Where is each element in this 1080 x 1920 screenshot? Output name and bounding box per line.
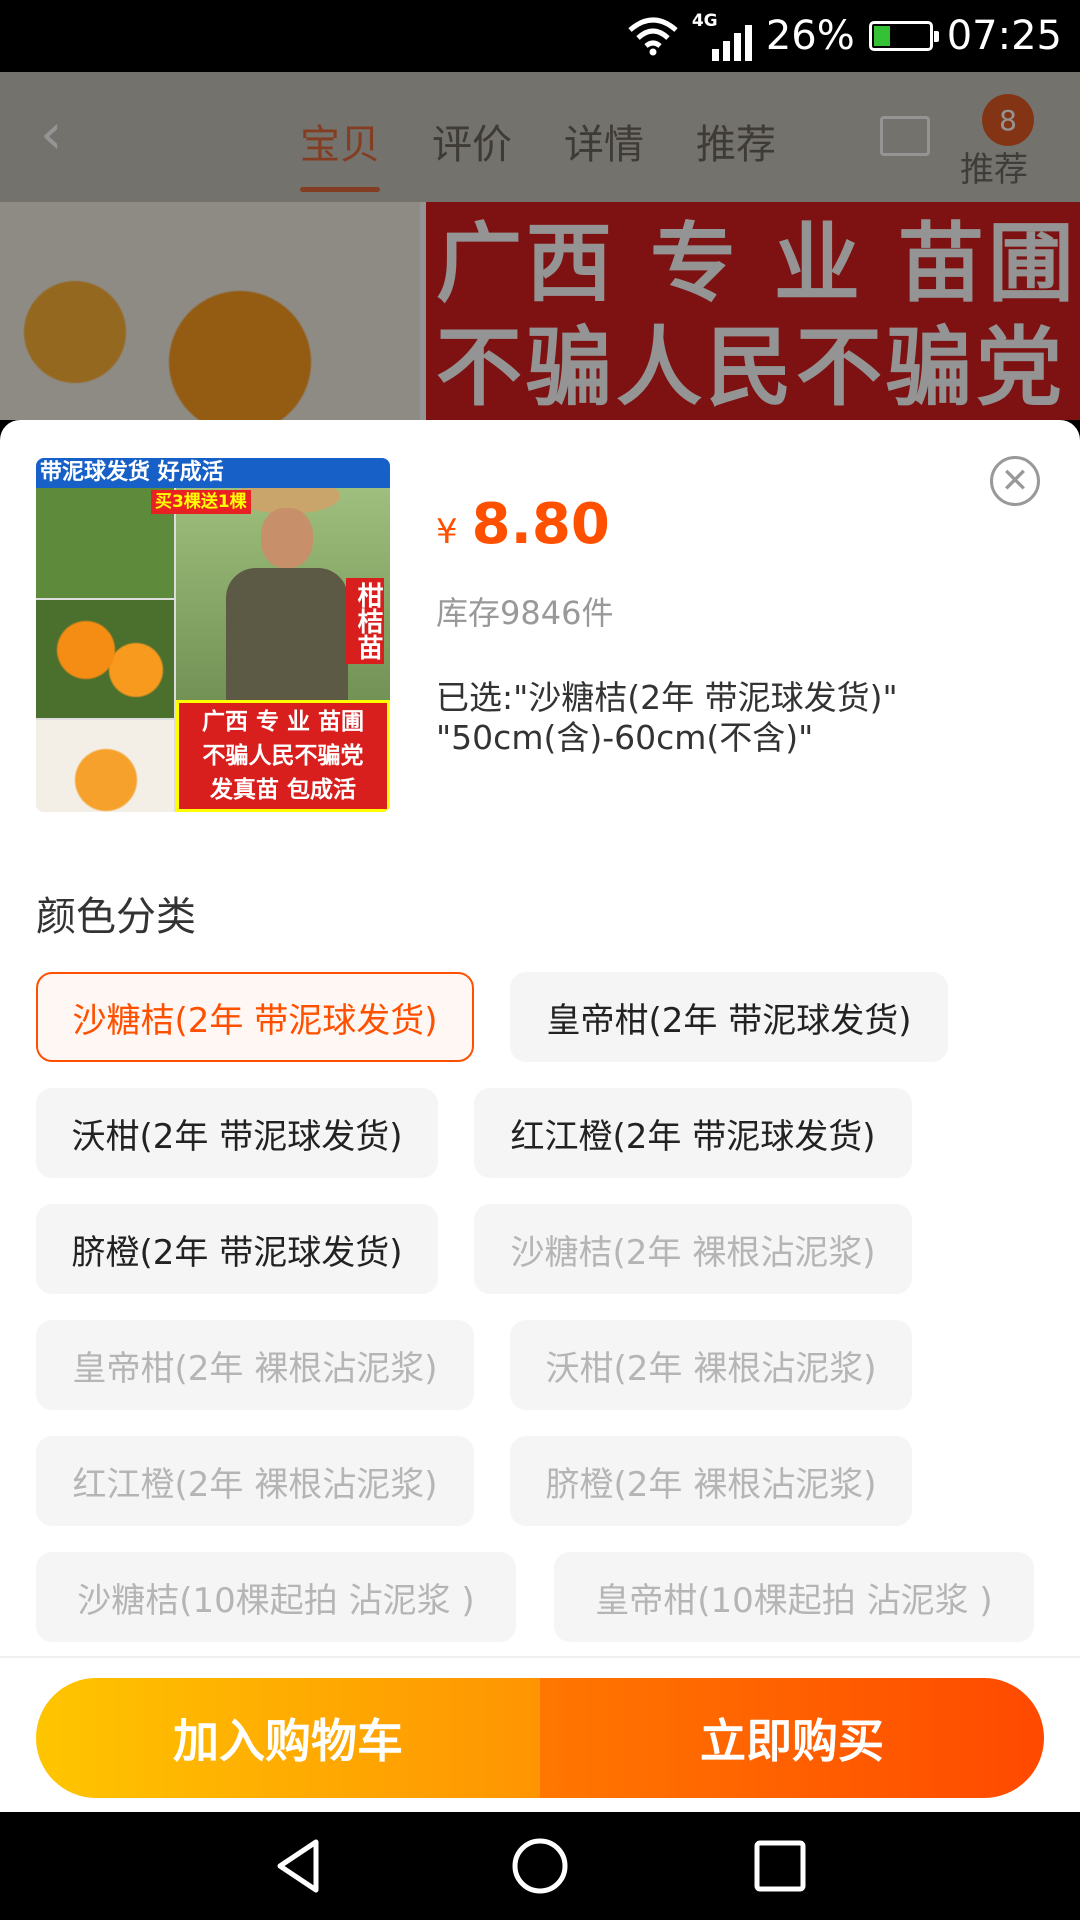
system-nav-bar [0, 1812, 1080, 1920]
back-nav-icon[interactable] [270, 1836, 330, 1896]
currency-symbol: ¥ [436, 512, 458, 552]
selected-line: "50cm(含)-60cm(不含)" [436, 718, 814, 757]
thumb-banner-line: 广西 专 业 苗圃 [201, 709, 365, 735]
battery-icon [868, 21, 939, 51]
clock: 07:25 [946, 13, 1062, 59]
option-chip[interactable]: 沃柑(2年 带泥球发货) [36, 1088, 438, 1178]
cell-signal-icon: 4G [692, 11, 752, 61]
thumb-caption: 带泥球发货 好成活 [36, 458, 390, 488]
status-bar: 4G 26% 07:25 [0, 0, 1080, 72]
option-chip[interactable]: 脐橙(2年 带泥球发货) [36, 1204, 438, 1294]
option-chip[interactable]: 沙糖桔(2年 裸根沾泥浆) [474, 1204, 912, 1294]
price: ¥ 8.80 [436, 492, 610, 557]
option-chip[interactable]: 沙糖桔(2年 带泥球发货) [36, 972, 474, 1062]
selected-line: 已选:"沙糖桔(2年 带泥球发货)" [436, 678, 898, 717]
overlay-scrim[interactable] [0, 72, 1080, 420]
recents-nav-icon[interactable] [750, 1836, 810, 1896]
option-chip[interactable]: 皇帝柑(10棵起拍 沾泥浆 ) [554, 1552, 1034, 1642]
home-nav-icon[interactable] [510, 1836, 570, 1896]
add-to-cart-button[interactable]: 加入购物车 [36, 1678, 540, 1798]
option-chip[interactable]: 皇帝柑(2年 带泥球发货) [510, 972, 948, 1062]
thumb-banner-line: 不骗人民不骗党 [202, 743, 364, 769]
thumb-banner: 广西 专 业 苗圃 不骗人民不骗党 发真苗 包成活 [176, 700, 390, 812]
divider [0, 1656, 1080, 1658]
close-icon: ✕ [1000, 461, 1030, 501]
option-chip[interactable]: 皇帝柑(2年 裸根沾泥浆) [36, 1320, 474, 1410]
stock-count: 库存9846件 [436, 594, 614, 632]
thumb-promo: 买3棵送1棵 [151, 490, 251, 514]
option-chip[interactable]: 红江橙(2年 裸根沾泥浆) [36, 1436, 474, 1526]
sku-selector-sheet: 带泥球发货 好成活 买3棵送1棵 柑桔苗 广西 专 业 苗圃 不骗人民不骗党 发… [0, 420, 1080, 1812]
wifi-icon [628, 17, 678, 56]
buy-now-button[interactable]: 立即购买 [540, 1678, 1044, 1798]
thumb-banner-line: 发真苗 包成活 [209, 777, 356, 803]
option-chip[interactable]: 脐橙(2年 裸根沾泥浆) [510, 1436, 912, 1526]
option-chip[interactable]: 沙糖桔(10棵起拍 沾泥浆 ) [36, 1552, 516, 1642]
action-bar: 加入购物车 立即购买 [36, 1678, 1044, 1798]
option-chip[interactable]: 红江橙(2年 带泥球发货) [474, 1088, 912, 1178]
close-button[interactable]: ✕ [990, 456, 1040, 506]
section-title: 颜色分类 [36, 894, 196, 940]
battery-percent: 26% [765, 13, 855, 59]
selected-summary: 已选:"沙糖桔(2年 带泥球发货)" "50cm(含)-60cm(不含)" [436, 678, 996, 758]
price-value: 8.80 [471, 492, 610, 557]
product-thumbnail[interactable]: 带泥球发货 好成活 买3棵送1棵 柑桔苗 广西 专 业 苗圃 不骗人民不骗党 发… [36, 458, 390, 812]
option-chip[interactable]: 沃柑(2年 裸根沾泥浆) [510, 1320, 912, 1410]
thumb-vertical-label: 柑桔苗 [346, 578, 384, 664]
